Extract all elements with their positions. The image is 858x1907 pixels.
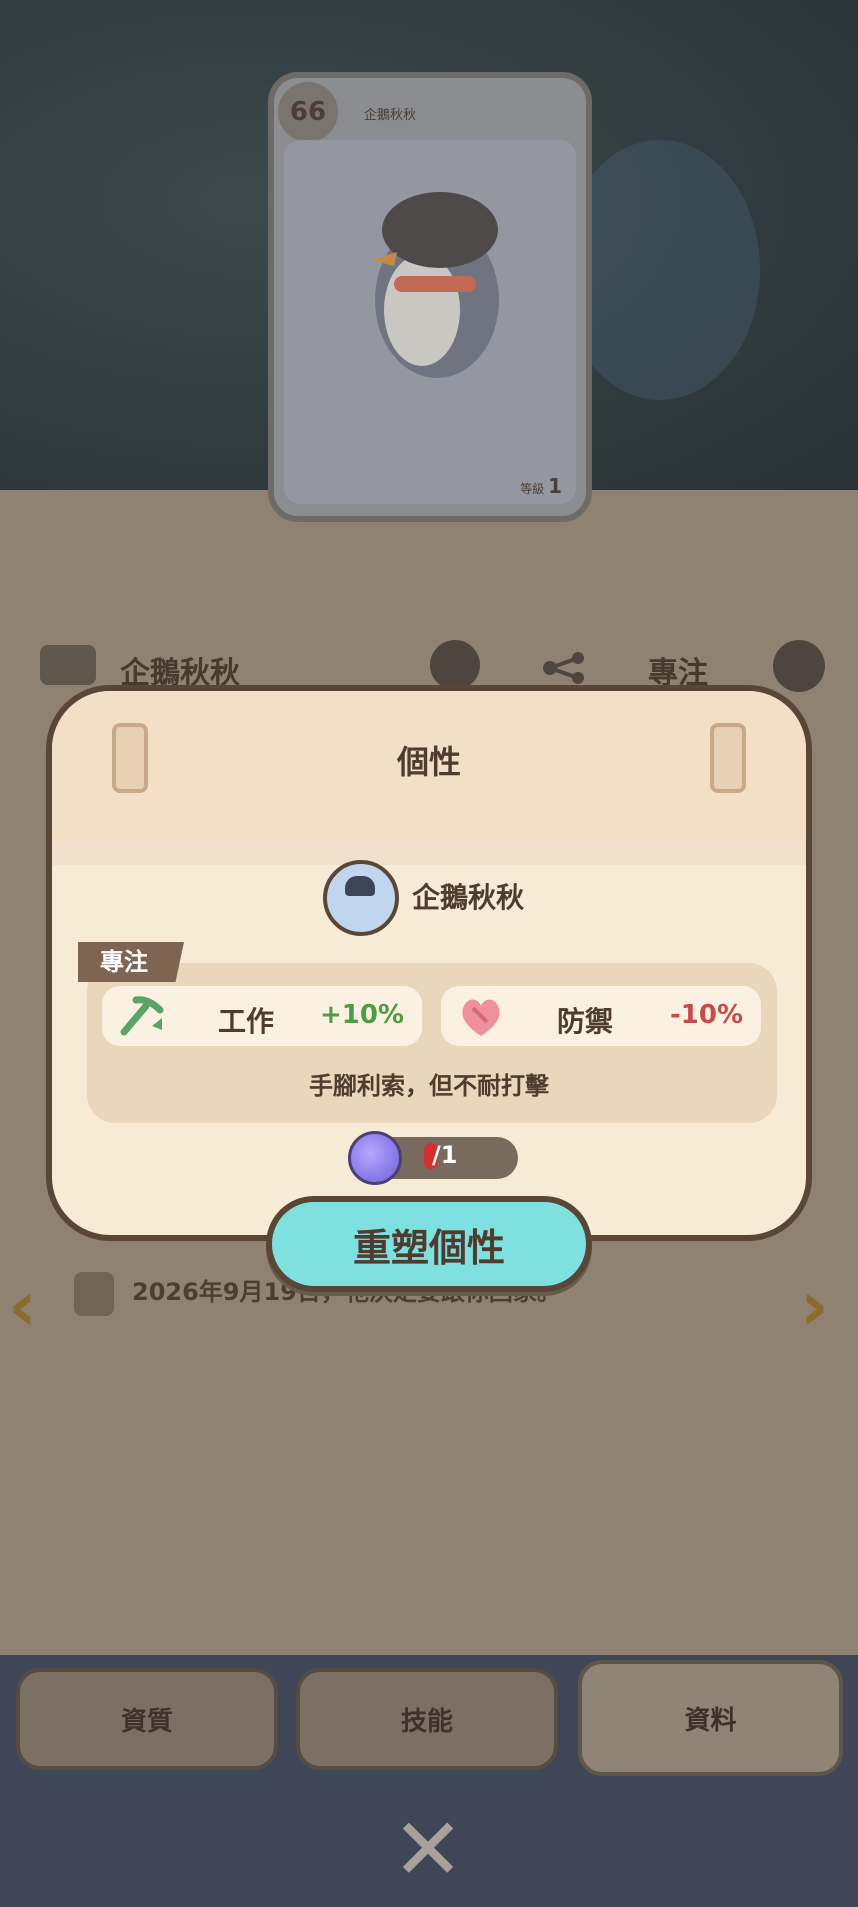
pickaxe-icon: [120, 996, 164, 1036]
stat-work: 工作 +10%: [102, 986, 422, 1046]
close-icon[interactable]: ✕: [392, 1800, 464, 1900]
prev-arrow-icon[interactable]: ‹: [8, 1265, 37, 1347]
stat-defense-value: -10%: [669, 1000, 743, 1030]
stat-defense-label: 防禦: [557, 1005, 614, 1038]
pet-name: 企鵝秋秋: [412, 881, 525, 914]
heart-shield-icon: [462, 999, 500, 1036]
stat-defense: 防禦 -10%: [441, 986, 761, 1046]
card-pet-name: 企鵝秋秋: [364, 108, 417, 123]
edit-icon[interactable]: [430, 640, 480, 690]
counter-value: /1: [432, 1141, 458, 1169]
reshape-personality-button[interactable]: 重塑個性: [266, 1196, 592, 1292]
trait-tag: 專注: [78, 942, 184, 982]
tab-aptitude[interactable]: 資質: [16, 1668, 278, 1770]
crystal-orb-icon: [348, 1131, 402, 1185]
card-level-value: 1: [548, 474, 562, 498]
pet-avatar: [323, 860, 399, 936]
refresh-icon[interactable]: [773, 640, 825, 692]
id-card-icon: [40, 645, 96, 685]
next-arrow-icon[interactable]: ›: [800, 1265, 829, 1347]
pet-card: 66 企鵝秋秋 等級 1: [268, 72, 592, 522]
personality-modal: 個性 企鵝秋秋 專注 工作 +10% 防禦 -10% 手腳利索，但不耐打擊 /1: [46, 685, 812, 1241]
card-level: 等級 1: [520, 474, 562, 498]
modal-title: 個性: [396, 743, 461, 781]
card-level-badge: 66: [278, 82, 338, 142]
stat-work-label: 工作: [218, 1005, 275, 1038]
trait-description: 手腳利索，但不耐打擊: [309, 1072, 549, 1100]
stat-work-value: +10%: [319, 1000, 404, 1030]
penguin-illustration: [372, 192, 499, 378]
modal-header-divider: [52, 841, 806, 865]
card-portrait: [284, 140, 576, 504]
tab-profile[interactable]: 資料: [578, 1660, 843, 1776]
note-icon: [74, 1272, 114, 1316]
tab-skills[interactable]: 技能: [296, 1668, 558, 1770]
personality-icon: [540, 650, 588, 686]
card-level-label: 等級: [520, 482, 545, 496]
